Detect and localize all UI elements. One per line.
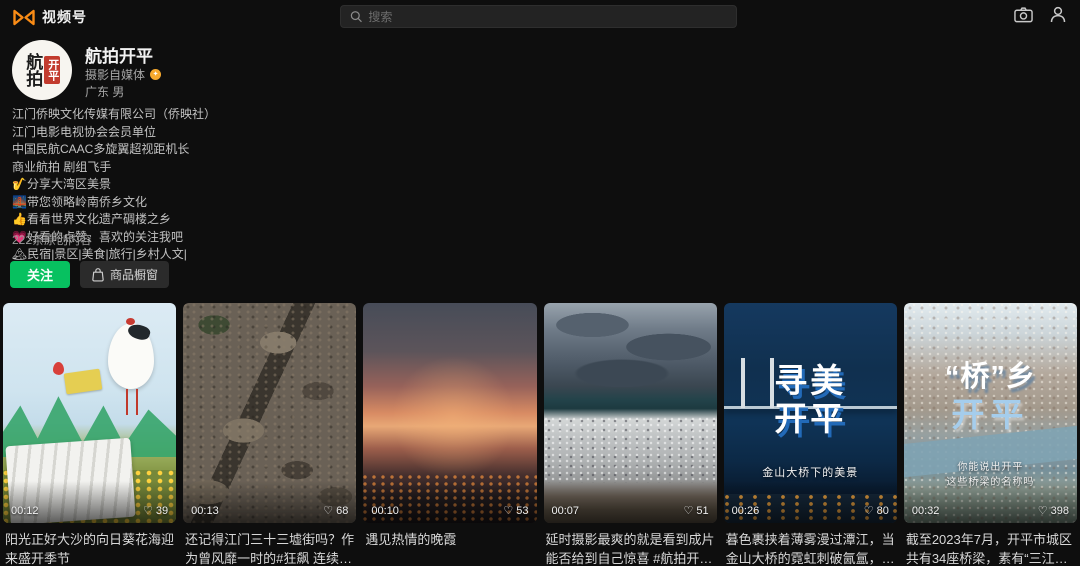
like-count-value: 39 [156,505,168,517]
heart-icon: ♡ [503,506,513,517]
bird-legs-art [126,389,138,415]
video-card[interactable]: 00:12 ♡39 阳光正好大沙的向日葵花海迎来盛开季节 [3,303,176,566]
video-duration: 00:07 [552,505,580,517]
video-duration: 00:10 [371,505,399,517]
video-duration: 00:26 [732,505,760,517]
bio-line: 江门电影电视协会会员单位 [12,124,216,142]
video-caption[interactable]: 暮色裹挟着薄雾漫过潭江，当金山大桥的霓虹刺破氤氲，钢筋铁骨瞬间化作流光... [726,530,895,566]
video-caption[interactable]: 延时摄影最爽的就是看到成片能否给到自己惊喜 #航拍开平 #延时摄影 [546,530,715,566]
video-thumbnail[interactable]: “桥”乡 开平 你能说出开平 这些桥梁的名称吗 00:32 ♡398 [904,303,1077,523]
camera-icon[interactable] [1014,6,1033,23]
heart-icon: ♡ [323,506,333,517]
avatar-calligraphy-text: 航拍 [24,53,41,87]
bio-line: 👍看看世界文化遗产碉楼之乡 [12,211,216,229]
video-caption[interactable]: 截至2023年7月，开平市城区共有34座桥梁，素有“三江六岸十八桥”之称，“三.… [906,530,1075,566]
like-count: ♡51 [684,505,709,517]
video-caption[interactable]: 遇见热情的晚霞 [365,530,534,549]
video-card[interactable]: 00:10 ♡53 遇见热情的晚霞 [363,303,536,566]
video-grid: 00:12 ♡39 阳光正好大沙的向日葵花海迎来盛开季节 00:13 ♡68 还… [0,303,1080,566]
profile-category: 摄影自媒体 ✦ [85,66,161,83]
video-thumbnail[interactable]: 00:13 ♡68 [183,303,356,523]
brand-name: 视频号 [42,7,87,27]
verified-badge-icon: ✦ [150,69,161,80]
video-thumbnail[interactable]: 00:07 ♡51 [544,303,717,523]
video-card[interactable]: “桥”乡 开平 你能说出开平 这些桥梁的名称吗 00:32 ♡398 截至202… [904,303,1077,566]
thumbnail-title-overlay: 寻美 开平 [724,362,897,438]
channels-logo-icon [12,9,36,26]
page-title: 航拍开平 [85,42,153,67]
bio-line: 中国民航CAAC多旋翼超视距机长 [12,141,216,159]
bridge-tower-art [770,358,774,408]
city-sprawl-art [544,417,717,483]
brand: 视频号 [12,7,87,27]
like-count: ♡68 [323,505,348,517]
bio-line: 江门侨映文化传媒有限公司（侨映社） [12,106,216,124]
like-count-value: 53 [516,505,528,517]
follow-button[interactable]: 关注 [10,261,70,288]
like-count-value: 68 [336,505,348,517]
video-duration: 00:32 [912,505,940,517]
heart-icon: ♡ [143,506,153,517]
video-thumbnail[interactable]: 00:10 ♡53 [363,303,536,523]
tulip-art [53,362,64,375]
category-label: 摄影自媒体 [85,66,145,83]
profile-region: 广东 男 [85,83,124,100]
video-thumbnail[interactable]: 寻美 开平 金山大桥下的美景 00:26 ♡80 [724,303,897,523]
shop-window-label: 商品橱窗 [110,266,158,283]
shopping-bag-icon [91,267,105,282]
top-bar: 视频号 [0,0,1080,32]
search-bar[interactable] [340,5,737,28]
video-card[interactable]: 00:07 ♡51 延时摄影最爽的就是看到成片能否给到自己惊喜 #航拍开平 #延… [544,303,717,566]
avatar-seal-text: 开平 [44,56,60,84]
video-caption[interactable]: 阳光正好大沙的向日葵花海迎来盛开季节 [5,530,174,566]
shop-window-button[interactable]: 商品橱窗 [80,261,169,288]
heart-icon: ♡ [1038,506,1048,517]
profile-actions: 关注 商品橱窗 [10,261,169,288]
yellow-sign-art [64,369,103,395]
video-thumbnail[interactable]: 00:12 ♡39 [3,303,176,523]
bridge-deck-art [724,406,897,409]
heart-icon: ♡ [684,506,694,517]
video-caption[interactable]: 还记得江门三十三墟街吗？作为曾风靡一时的#狂飙 连续剧取景地，那里至今依... [185,530,354,566]
heart-icon: ♡ [864,506,874,517]
avatar[interactable]: 航拍 开平 [12,40,72,100]
like-count: ♡53 [503,505,528,517]
search-input[interactable] [368,10,727,24]
profile-icon[interactable] [1050,6,1066,23]
like-count: ♡39 [143,505,168,517]
video-card[interactable]: 00:13 ♡68 还记得江门三十三墟街吗？作为曾风靡一时的#狂飙 连续剧取景地… [183,303,356,566]
like-count-value: 51 [696,505,708,517]
video-duration: 00:12 [11,505,39,517]
original-content-count: 222条原创内容 [12,231,92,248]
search-icon [350,10,362,23]
bridge-tower-art [741,358,745,408]
bio-line: 商业航拍 剧组飞手 [12,159,216,177]
overlay-title-line: 寻美 [724,362,897,400]
top-actions [1014,6,1066,23]
like-count-value: 80 [877,505,889,517]
thumbnail-subtitle: 金山大桥下的美景 [724,464,897,480]
bio-line: 🌉带您领略岭南侨乡文化 [12,194,216,212]
bio-line: 🎷分享大湾区美景 [12,176,216,194]
video-duration: 00:13 [191,505,219,517]
like-count: ♡398 [1038,505,1069,517]
video-card[interactable]: 寻美 开平 金山大桥下的美景 00:26 ♡80 暮色裹挟着薄雾漫过潭江，当金山… [724,303,897,566]
subtitle-line: 你能说出开平 [904,460,1077,475]
like-count: ♡80 [864,505,889,517]
like-count-value: 398 [1051,505,1069,517]
